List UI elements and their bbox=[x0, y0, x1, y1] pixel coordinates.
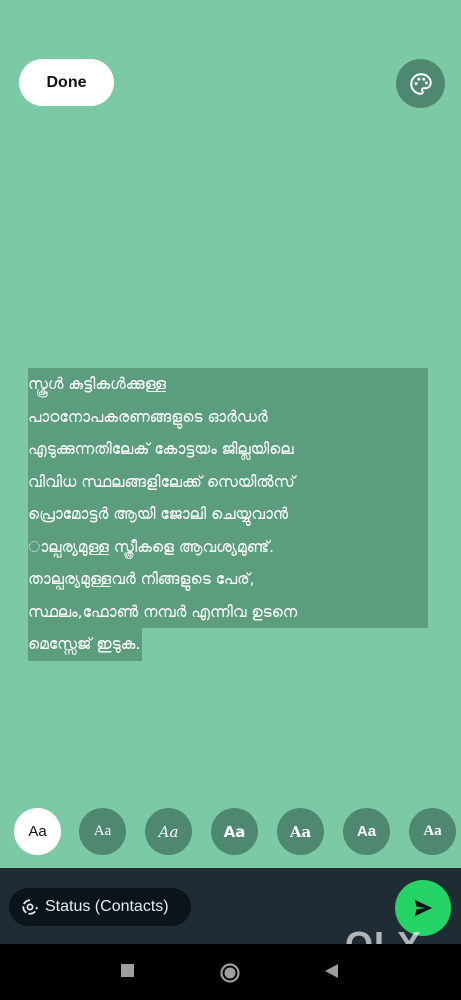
back-icon bbox=[325, 964, 338, 978]
font-option[interactable]: Aa bbox=[409, 808, 456, 855]
text-line: ാല്പര്യമുള്ള സ്ത്രീകളെ ആവശ്യമുണ്ട്. bbox=[28, 530, 428, 563]
palette-icon bbox=[409, 72, 432, 95]
text-line: താല്പര്യമുള്ളവർ നിങ്ങളുടെ പേര്, bbox=[28, 563, 428, 596]
font-option[interactable]: Aa bbox=[145, 808, 192, 855]
font-option[interactable]: Aa bbox=[343, 808, 390, 855]
text-line: വിവിധ സ്ഥലങ്ങളിലേക്ക് സെയിൽസ് bbox=[28, 465, 428, 498]
send-icon bbox=[414, 899, 433, 917]
status-text[interactable]: സ്കൂൾ കുട്ടികൾക്കുള്ള പാഠനോപകരണങ്ങളുടെ ഓ… bbox=[28, 368, 428, 661]
square-icon bbox=[121, 964, 134, 977]
text-line: സ്കൂൾ കുട്ടികൾക്കുള്ള bbox=[28, 368, 428, 401]
back-button[interactable] bbox=[323, 962, 341, 980]
text-line: സ്ഥലം,ഫോൺ നമ്പർ എന്നിവ ഉടനെ bbox=[28, 595, 428, 628]
font-option[interactable]: Aa bbox=[211, 808, 258, 855]
audience-selector[interactable]: Status (Contacts) bbox=[9, 888, 191, 926]
font-option[interactable]: Aa bbox=[277, 808, 324, 855]
text-line: പ്രൊമോട്ടർ ആയി ജോലി ചെയ്യുവാൻ bbox=[28, 498, 428, 531]
system-nav-bar bbox=[0, 944, 461, 1000]
text-line: മെസ്സേജ് ഇടുക. bbox=[28, 628, 428, 661]
text-line: പാഠനോപകരണങ്ങളുടെ ഓർഡർ bbox=[28, 400, 428, 433]
recents-button[interactable] bbox=[119, 962, 137, 980]
palette-button[interactable] bbox=[396, 59, 445, 108]
text-line: എടുക്കുന്നതിലേക് കോട്ടയം ജില്ലയിലെ bbox=[28, 433, 428, 466]
font-option[interactable]: Aa bbox=[14, 808, 61, 855]
font-style-selector: Aa Aa Aa Aa Aa Aa Aa bbox=[14, 808, 456, 856]
font-option[interactable]: Aa bbox=[79, 808, 126, 855]
home-button[interactable] bbox=[219, 962, 241, 984]
status-icon bbox=[21, 898, 39, 916]
audience-label: Status (Contacts) bbox=[45, 898, 169, 915]
circle-icon bbox=[220, 963, 240, 983]
done-button[interactable]: Done bbox=[19, 59, 114, 106]
